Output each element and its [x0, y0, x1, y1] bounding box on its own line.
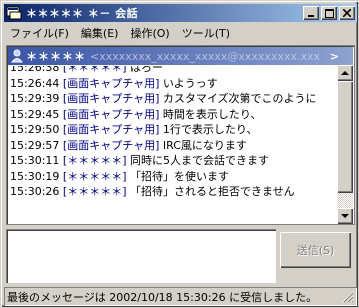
message-sender: [画面キャプチャ用] [62, 76, 160, 90]
chat-history: ＊＊＊＊＊ <xxxxxxxx_xxxxx_xxxxx@xxxxxxxxx.xx… [6, 45, 355, 225]
message-time: 15:30:26 [10, 185, 60, 198]
status-text: 最後のメッセージは 2002/10/18 15:30:26 に受信しました。 [7, 290, 318, 304]
menu-file[interactable]: ファイル(F) [4, 25, 75, 41]
maximize-button[interactable] [321, 6, 337, 20]
message-sender: [＊＊＊＊＊] [62, 185, 127, 198]
message-sender: [＊＊＊＊＊] [62, 66, 127, 74]
message-time: 15:26:38 [10, 66, 60, 74]
message-text: カスタマイズ次第でこのように [162, 92, 317, 105]
close-icon [343, 9, 351, 17]
scroll-up-button[interactable] [337, 65, 353, 81]
chat-app-icon [6, 6, 22, 20]
menu-bar: ファイル(F) 編集(E) 操作(O) ツール(T) [4, 23, 357, 42]
chat-scrollbar[interactable] [337, 65, 353, 224]
window-title: ＊＊＊＊＊ ＊－ 会話 [26, 7, 139, 20]
message-list[interactable]: 15:26:38 [＊＊＊＊＊] はろー 15:26:44 [画面キャプチャ用]… [10, 66, 334, 224]
message-text: 「招待」されると拒否できません [130, 185, 295, 198]
send-button[interactable]: 送信(S) [280, 232, 351, 268]
menu-edit[interactable]: 編集(E) [75, 25, 125, 41]
message-time: 15:30:11 [10, 154, 60, 167]
message-text: IRC風になります [162, 138, 247, 152]
window-controls [301, 6, 355, 20]
message-text: 「招待」を使います [130, 169, 229, 183]
message-row: 15:30:26 [＊＊＊＊＊] 「招待」されると拒否できません [10, 184, 334, 200]
title-bar[interactable]: ＊＊＊＊＊ ＊－ 会話 [4, 4, 357, 22]
message-time: 15:26:44 [10, 76, 60, 90]
scroll-thumb[interactable] [337, 81, 353, 193]
message-text: 同時に5人まで会話できます [130, 154, 269, 167]
contact-header: ＊＊＊＊＊ <xxxxxxxx_xxxxx_xxxxx@xxxxxxxxx.xx… [8, 47, 353, 65]
message-row: 15:30:19 [＊＊＊＊＊] 「招待」を使います [10, 169, 334, 185]
message-sender: [画面キャプチャ用] [62, 92, 160, 105]
contact-address-end: > [329, 49, 339, 63]
minimize-icon [308, 15, 314, 17]
chat-window: ＊＊＊＊＊ ＊－ 会話 ファイル(F) 編集(E) 操作(O) ツール(T) ＊… [0, 0, 359, 308]
message-sender: [画面キャプチャ用] [62, 138, 160, 152]
status-bar: 最後のメッセージは 2002/10/18 15:30:26 に受信しました。 [4, 287, 357, 306]
message-row: 15:29:39 [画面キャプチャ用] カスタマイズ次第でこのように [10, 91, 334, 107]
arrow-down-icon [341, 214, 349, 218]
message-time: 15:30:19 [10, 169, 60, 183]
message-text: 1行で表示したり、 [162, 123, 258, 136]
resize-grip-icon[interactable] [342, 291, 354, 303]
message-time: 15:29:50 [10, 123, 60, 136]
message-text: はろー [130, 66, 163, 74]
message-row: 15:26:44 [画面キャプチャ用] いようっす [10, 76, 334, 92]
message-input[interactable] [6, 229, 276, 283]
menu-action[interactable]: 操作(O) [124, 25, 175, 41]
message-text: 時間を表示したり、 [162, 107, 262, 121]
contact-name: ＊＊＊＊＊ [26, 50, 86, 63]
scroll-down-button[interactable] [337, 208, 353, 224]
message-sender: [画面キャプチャ用] [62, 123, 160, 136]
message-time: 15:29:57 [10, 138, 60, 152]
message-sender: [画面キャプチャ用] [62, 107, 160, 121]
message-time: 15:29:45 [10, 107, 60, 121]
message-row: 15:29:50 [画面キャプチャ用] 1行で表示したり、 [10, 122, 334, 138]
menu-tools[interactable]: ツール(T) [176, 25, 236, 41]
message-row: 15:30:11 [＊＊＊＊＊] 同時に5人まで会話できます [10, 153, 334, 169]
close-button[interactable] [339, 6, 355, 20]
message-text: いようっす [162, 76, 218, 90]
message-row: 15:26:38 [＊＊＊＊＊] はろー [10, 66, 334, 76]
user-icon [11, 49, 23, 63]
message-row: 15:29:57 [画面キャプチャ用] IRC風になります [10, 138, 334, 154]
message-time: 15:29:39 [10, 92, 60, 105]
minimize-button[interactable] [303, 6, 319, 20]
arrow-up-icon [341, 71, 349, 75]
message-sender: [＊＊＊＊＊] [62, 169, 127, 183]
message-row: 15:29:45 [画面キャプチャ用] 時間を表示したり、 [10, 107, 334, 123]
maximize-icon [324, 8, 334, 18]
contact-address: <xxxxxxxx_xxxxx_xxxxx@xxxxxxxxx.xxx [90, 49, 321, 63]
message-sender: [＊＊＊＊＊] [62, 154, 127, 167]
